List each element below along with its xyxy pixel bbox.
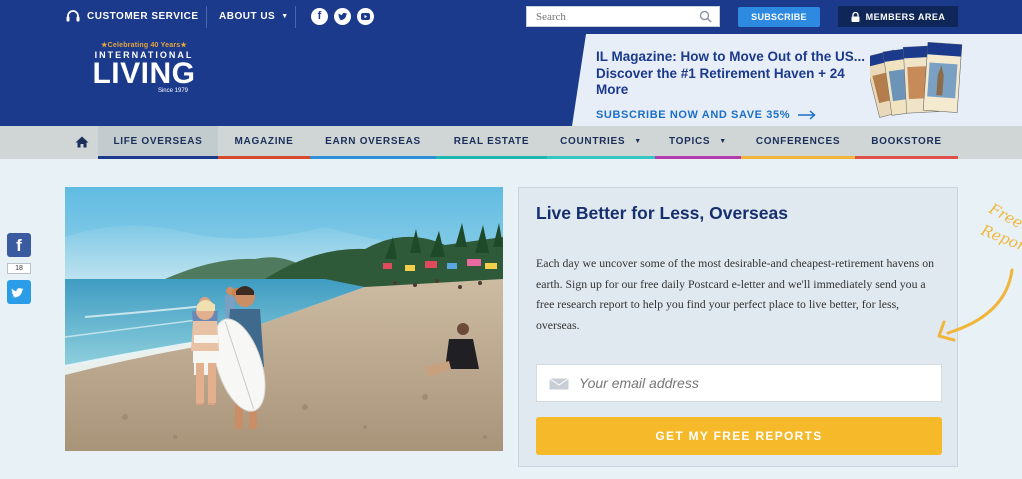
nav-item-label: COUNTRIES — [560, 136, 626, 147]
nav-item-0[interactable]: LIFE OVERSEAS — [98, 126, 218, 159]
get-free-reports-button[interactable]: GET MY FREE REPORTS — [536, 417, 942, 455]
nav-item-underline — [855, 156, 958, 159]
nav-item-label: MAGAZINE — [234, 136, 294, 147]
arrow-right-icon — [798, 110, 816, 120]
nav-item-label: REAL ESTATE — [453, 136, 530, 147]
nav-item-6[interactable]: CONFERENCES — [741, 126, 855, 159]
email-input[interactable] — [579, 365, 934, 401]
twitter-icon — [11, 288, 24, 298]
headset-icon — [66, 10, 80, 22]
promo-cta-label: SUBSCRIBE NOW AND SAVE 35% — [596, 109, 791, 121]
nav-item-label: BOOKSTORE — [871, 136, 942, 147]
envelope-icon — [549, 378, 569, 390]
logo-line2: LIVING — [92, 57, 196, 90]
nav-item-label: CONFERENCES — [755, 136, 841, 147]
signup-description: Each day we uncover some of the most des… — [536, 256, 934, 332]
nav-item-3[interactable]: REAL ESTATE — [436, 126, 547, 159]
beach-hero-image — [65, 187, 503, 451]
search-box[interactable] — [526, 6, 720, 27]
logo-tagline: ★Celebrating 40 Years★ — [101, 42, 187, 49]
home-icon — [75, 136, 89, 148]
customer-service-label: CUSTOMER SERVICE — [87, 11, 199, 22]
about-us-menu[interactable]: ABOUT US ▼ — [219, 11, 289, 22]
free-reports-callout: Free Repor — [937, 199, 1022, 342]
site-logo[interactable]: ★Celebrating 40 Years★ INTERNATIONAL LIV… — [88, 41, 200, 101]
nav-item-underline — [98, 156, 218, 159]
nav-item-1[interactable]: MAGAZINE — [218, 126, 310, 159]
customer-service-link[interactable]: CUSTOMER SERVICE — [66, 10, 199, 23]
divider — [295, 6, 296, 28]
promo-cta-link[interactable]: SUBSCRIBE NOW AND SAVE 35% — [596, 109, 816, 121]
nav-item-underline — [741, 156, 855, 159]
nav-item-2[interactable]: EARN OVERSEAS — [310, 126, 436, 159]
promo-notch — [572, 34, 586, 126]
nav-item-label: LIFE OVERSEAS — [113, 136, 203, 147]
search-input[interactable] — [527, 7, 687, 27]
members-area-button[interactable]: MEMBERS AREA — [838, 6, 958, 27]
facebook-icon[interactable]: f — [311, 8, 328, 25]
nav-item-label: EARN OVERSEAS — [325, 136, 421, 147]
nav-home[interactable] — [66, 126, 98, 159]
chevron-down-icon: ▼ — [719, 138, 727, 145]
members-area-label: MEMBERS AREA — [865, 11, 946, 22]
callout-arrow — [946, 268, 1014, 335]
signup-title: Live Better for Less, Overseas — [536, 203, 788, 223]
chevron-down-icon: ▼ — [634, 138, 642, 145]
subscribe-button[interactable]: SUBSCRIBE — [738, 7, 820, 27]
nav-item-underline — [655, 156, 741, 159]
chevron-down-icon: ▼ — [281, 13, 289, 20]
twitter-share-button[interactable] — [7, 280, 31, 304]
nav-item-underline — [547, 156, 655, 159]
magazine-stack-image — [870, 42, 963, 118]
nav-item-7[interactable]: BOOKSTORE — [855, 126, 958, 159]
nav-item-underline — [310, 156, 436, 159]
promo-title[interactable]: IL Magazine: How to Move Out of the US..… — [596, 49, 868, 99]
nav-item-underline — [218, 156, 310, 159]
nav-item-underline — [436, 156, 547, 159]
lock-icon — [851, 11, 860, 22]
search-icon[interactable] — [699, 10, 712, 23]
youtube-icon[interactable] — [357, 8, 374, 25]
nav-item-5[interactable]: TOPICS ▼ — [655, 126, 741, 159]
facebook-share-button[interactable]: f — [7, 233, 31, 257]
divider — [206, 6, 207, 28]
twitter-icon[interactable] — [334, 8, 351, 25]
email-field[interactable] — [536, 364, 942, 402]
share-count: 18 — [7, 263, 31, 274]
nav-item-label: TOPICS — [669, 136, 711, 147]
about-us-label: ABOUT US — [219, 11, 276, 22]
nav-item-4[interactable]: COUNTRIES ▼ — [547, 126, 655, 159]
